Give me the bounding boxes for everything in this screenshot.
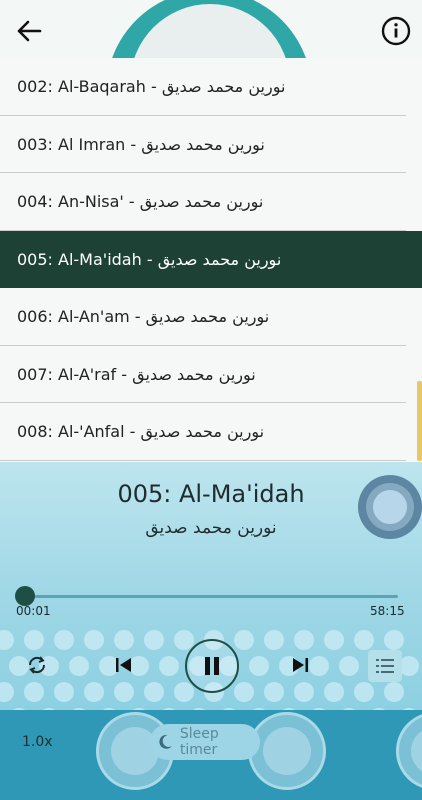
header (0, 0, 422, 58)
playback-speed-button[interactable]: 1.0x (22, 734, 53, 750)
floating-action-button[interactable] (358, 475, 422, 539)
divider (0, 459, 406, 461)
decorative-dot (324, 682, 344, 702)
decorative-dot (174, 682, 194, 702)
decorative-dot (264, 630, 284, 650)
decorative-dot (0, 630, 14, 650)
playlist-button[interactable] (368, 650, 402, 682)
decorative-dot (69, 656, 89, 676)
moon-icon (159, 734, 172, 749)
decorative-dot (84, 682, 104, 702)
progress-track[interactable] (24, 595, 398, 598)
scrollbar[interactable] (417, 381, 422, 461)
emblem-inner (263, 727, 311, 775)
current-time: 00:01 (16, 604, 51, 618)
decorative-dot (0, 682, 14, 702)
surah-label: 002: Al-Baqarah - نورين محمد صديق (17, 77, 286, 97)
decorative-dot (339, 656, 359, 676)
surah-list: 002: Al-Baqarah - نورين محمد صديق 003: A… (0, 58, 422, 462)
decorative-dot (84, 630, 104, 650)
skip-next-icon[interactable] (290, 656, 310, 674)
decorative-dot (399, 656, 419, 676)
surah-label: 003: Al Imran - نورين محمد صديق (17, 134, 265, 154)
decorative-dot (384, 630, 404, 650)
total-time: 58:15 (370, 604, 405, 618)
decorative-dot (354, 682, 374, 702)
decorative-dot (234, 630, 254, 650)
surah-list-item[interactable]: 006: Al-An'am - نورين محمد صديق (0, 288, 422, 346)
skip-previous-icon[interactable] (114, 656, 134, 674)
decorative-dot (324, 630, 344, 650)
emblem-inner (411, 727, 422, 775)
decorative-dot (309, 656, 329, 676)
arrow-left-icon[interactable] (14, 16, 44, 46)
decorative-dot (24, 630, 44, 650)
decorative-dot (114, 682, 134, 702)
repeat-icon[interactable] (26, 654, 48, 676)
progress-thumb[interactable] (15, 586, 35, 606)
surah-list-item[interactable]: 003: Al Imran - نورين محمد صديق (0, 116, 422, 173)
decorative-dot (159, 656, 179, 676)
decorative-dot (294, 630, 314, 650)
decorative-dot (114, 630, 134, 650)
sleep-timer-button[interactable]: Sleep timer (150, 724, 260, 760)
playlist-icon (376, 659, 394, 673)
decorative-dot (264, 682, 284, 702)
decorative-dot (144, 682, 164, 702)
player-panel: 005: Al-Ma'idah نورين محمد صديق 00:01 58… (0, 462, 422, 800)
decorative-dot (234, 682, 254, 702)
fab-center (373, 490, 407, 524)
decorative-dot (54, 630, 74, 650)
surah-list-item[interactable]: 008: Al-'Anfal - نورين محمد صديق (0, 403, 422, 461)
decorative-dot (249, 656, 269, 676)
surah-label: 004: An-Nisa' - نورين محمد صديق (17, 192, 264, 212)
decorative-dot (354, 630, 374, 650)
surah-list-item[interactable]: 004: An-Nisa' - نورين محمد صديق (0, 173, 422, 231)
decorative-dot (54, 682, 74, 702)
pause-icon (205, 657, 219, 675)
decorative-dot (24, 682, 44, 702)
surah-label: 008: Al-'Anfal - نورين محمد صديق (17, 422, 265, 442)
decorative-dot (294, 682, 314, 702)
surah-label: 007: Al-A'raf - نورين محمد صديق (17, 364, 256, 384)
pause-button[interactable] (185, 639, 239, 693)
decorative-dot (384, 682, 404, 702)
surah-list-item[interactable]: 002: Al-Baqarah - نورين محمد صديق (0, 58, 422, 116)
surah-list-item-active[interactable]: 005: Al-Ma'idah - نورين محمد صديق (0, 230, 422, 288)
now-playing-artist: نورين محمد صديق (145, 518, 277, 538)
info-circle-icon[interactable] (380, 15, 412, 47)
surah-label: 006: Al-An'am - نورين محمد صديق (17, 307, 270, 327)
decorative-dot (144, 630, 164, 650)
sleep-timer-label: Sleep timer (179, 726, 219, 758)
surah-list-item[interactable]: 007: Al-A'raf - نورين محمد صديق (0, 346, 422, 403)
surah-label: 005: Al-Ma'idah - نورين محمد صديق (17, 249, 282, 269)
